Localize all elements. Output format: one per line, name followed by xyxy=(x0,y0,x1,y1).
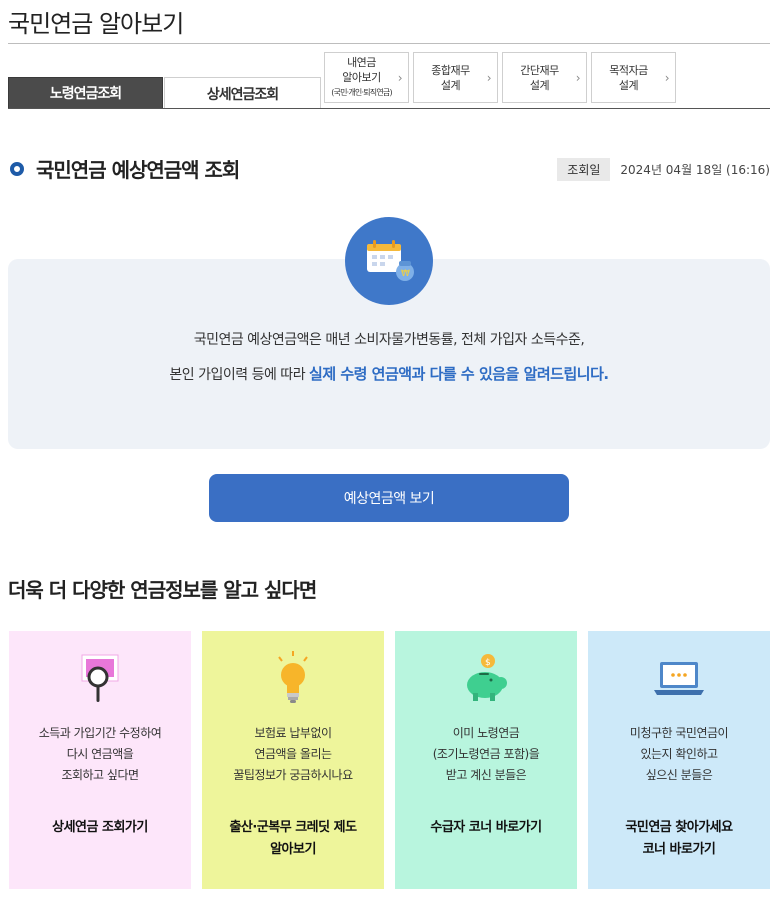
tab-my-pension-sub: (국민·개인·퇴직연금) xyxy=(331,88,392,97)
chevron-right-icon: › xyxy=(397,71,403,85)
card-desc-line: 다시 연금액을 xyxy=(66,747,134,761)
tab-old-age-pension[interactable]: 노령연금조회 xyxy=(8,77,163,109)
tab-comprehensive-line1: 종합재무 xyxy=(431,63,470,77)
calendar-money-icon: ₩ xyxy=(345,217,433,305)
card-recipient-corner[interactable]: $ 이미 노령연금 (조기노령연금 포함)을 받고 계신 분들은 수급자 코너 … xyxy=(395,631,577,889)
card-link-line: 수급자 코너 바로가기 xyxy=(430,820,542,835)
card-desc-line: 꿀팁정보가 궁금하시나요 xyxy=(233,768,353,782)
lightbulb-icon xyxy=(202,651,384,707)
card-unclaimed-pension[interactable]: 미청구한 국민연금이 있는지 확인하고 싶으신 분들은 국민연금 찾아가세요 코… xyxy=(588,631,770,889)
tab-bar: 노령연금조회 상세연금조회 내연금 알아보기 (국민·개인·퇴직연금) › 종합… xyxy=(8,52,770,109)
chevron-right-icon: › xyxy=(664,71,670,85)
card-link-line: 출산·군복무 크레딧 제도 xyxy=(229,820,357,835)
piggy-bank-icon: $ xyxy=(395,651,577,707)
card-recipient-desc: 이미 노령연금 (조기노령연금 포함)을 받고 계신 분들은 xyxy=(395,723,577,786)
card-link-line: 코너 바로가기 xyxy=(642,842,716,857)
card-desc-line: 받고 계신 분들은 xyxy=(445,768,527,782)
tab-purpose-line1: 목적자금 xyxy=(609,63,648,77)
card-link-line: 상세연금 조회가기 xyxy=(52,820,148,835)
card-desc-line: 소득과 가입기간 수정하여 xyxy=(38,726,162,740)
card-desc-line: 조회하고 싶다면 xyxy=(61,768,139,782)
card-desc-line: 보험료 납부없이 xyxy=(254,726,332,740)
query-date-value: 2024년 04월 18일 (16:16) xyxy=(620,163,770,177)
card-desc-line: 싶으신 분들은 xyxy=(645,768,713,782)
card-desc-line: 연금액을 올리는 xyxy=(254,747,332,761)
card-detailed-link[interactable]: 상세연금 조회가기 xyxy=(9,817,191,839)
svg-text:₩: ₩ xyxy=(401,269,410,279)
card-detailed-desc: 소득과 가입기간 수정하여 다시 연금액을 조회하고 싶다면 xyxy=(9,723,191,786)
tab-simple-line2: 설계 xyxy=(529,78,550,92)
tab-comprehensive-line2: 설계 xyxy=(440,78,461,92)
tab-my-pension-line1: 내연금 xyxy=(347,56,376,69)
card-credit-system[interactable]: 보험료 납부없이 연금액을 올리는 꿀팁정보가 궁금하시나요 출산·군복무 크레… xyxy=(202,631,384,889)
laptop-icon xyxy=(588,651,770,707)
card-credit-desc: 보험료 납부없이 연금액을 올리는 꿀팁정보가 궁금하시나요 xyxy=(202,723,384,786)
card-unclaimed-link[interactable]: 국민연금 찾아가세요 코너 바로가기 xyxy=(588,817,770,861)
tab-purpose-fund[interactable]: 목적자금 설계 › xyxy=(591,52,676,103)
tab-baseline xyxy=(8,108,770,109)
page-title: 국민연금 알아보기 xyxy=(8,10,184,38)
card-link-line: 국민연금 찾아가세요 xyxy=(625,820,733,835)
card-desc-line: 이미 노령연금 xyxy=(452,726,520,740)
info-text-highlight: 실제 수령 연금액과 다를 수 있음을 알려드립니다. xyxy=(309,365,609,383)
magnifier-icon xyxy=(9,651,191,707)
section-title: 국민연금 예상연금액 조회 xyxy=(36,158,240,182)
query-date-badge: 조회일 xyxy=(557,158,611,181)
card-desc-line: 미청구한 국민연금이 xyxy=(629,726,729,740)
tab-detailed-pension[interactable]: 상세연금조회 xyxy=(164,77,321,109)
tab-comprehensive-finance[interactable]: 종합재무 설계 › xyxy=(413,52,498,103)
info-text-line1: 국민연금 예상연금액은 매년 소비자물가변동률, 전체 가입자 소득수준, xyxy=(193,332,585,348)
tab-simple-line1: 간단재무 xyxy=(520,63,559,77)
chevron-right-icon: › xyxy=(486,71,492,85)
card-unclaimed-desc: 미청구한 국민연금이 있는지 확인하고 싶으신 분들은 xyxy=(588,723,770,786)
card-desc-line: 있는지 확인하고 xyxy=(640,747,718,761)
card-credit-link[interactable]: 출산·군복무 크레딧 제도 알아보기 xyxy=(202,817,384,861)
tab-purpose-line2: 설계 xyxy=(618,78,639,92)
card-desc-line: (조기노령연금 포함)을 xyxy=(432,747,540,761)
card-detailed-lookup[interactable]: 소득과 가입기간 수정하여 다시 연금액을 조회하고 싶다면 상세연금 조회가기 xyxy=(9,631,191,889)
bullet-ring-icon xyxy=(10,161,24,176)
tab-simple-finance[interactable]: 간단재무 설계 › xyxy=(502,52,587,103)
tab-my-pension-line2: 알아보기 xyxy=(342,71,381,84)
query-date-info: 조회일 2024년 04월 18일 (16:16) xyxy=(557,158,770,181)
title-divider xyxy=(8,43,770,44)
card-recipient-link[interactable]: 수급자 코너 바로가기 xyxy=(395,817,577,839)
info-text-line2: 본인 가입이력 등에 따라 실제 수령 연금액과 다를 수 있음을 알려드립니다… xyxy=(8,363,770,384)
info-text-line2-prefix: 본인 가입이력 등에 따라 xyxy=(169,367,310,383)
view-expected-pension-button[interactable]: 예상연금액 보기 xyxy=(209,474,569,522)
section-header: 국민연금 예상연금액 조회 xyxy=(10,154,240,183)
svg-text:$: $ xyxy=(485,658,491,668)
tab-my-pension[interactable]: 내연금 알아보기 (국민·개인·퇴직연금) › xyxy=(324,52,409,103)
chevron-right-icon: › xyxy=(575,71,581,85)
card-link-line: 알아보기 xyxy=(270,842,316,857)
more-info-title: 더욱 더 다양한 연금정보를 알고 싶다면 xyxy=(8,578,317,602)
